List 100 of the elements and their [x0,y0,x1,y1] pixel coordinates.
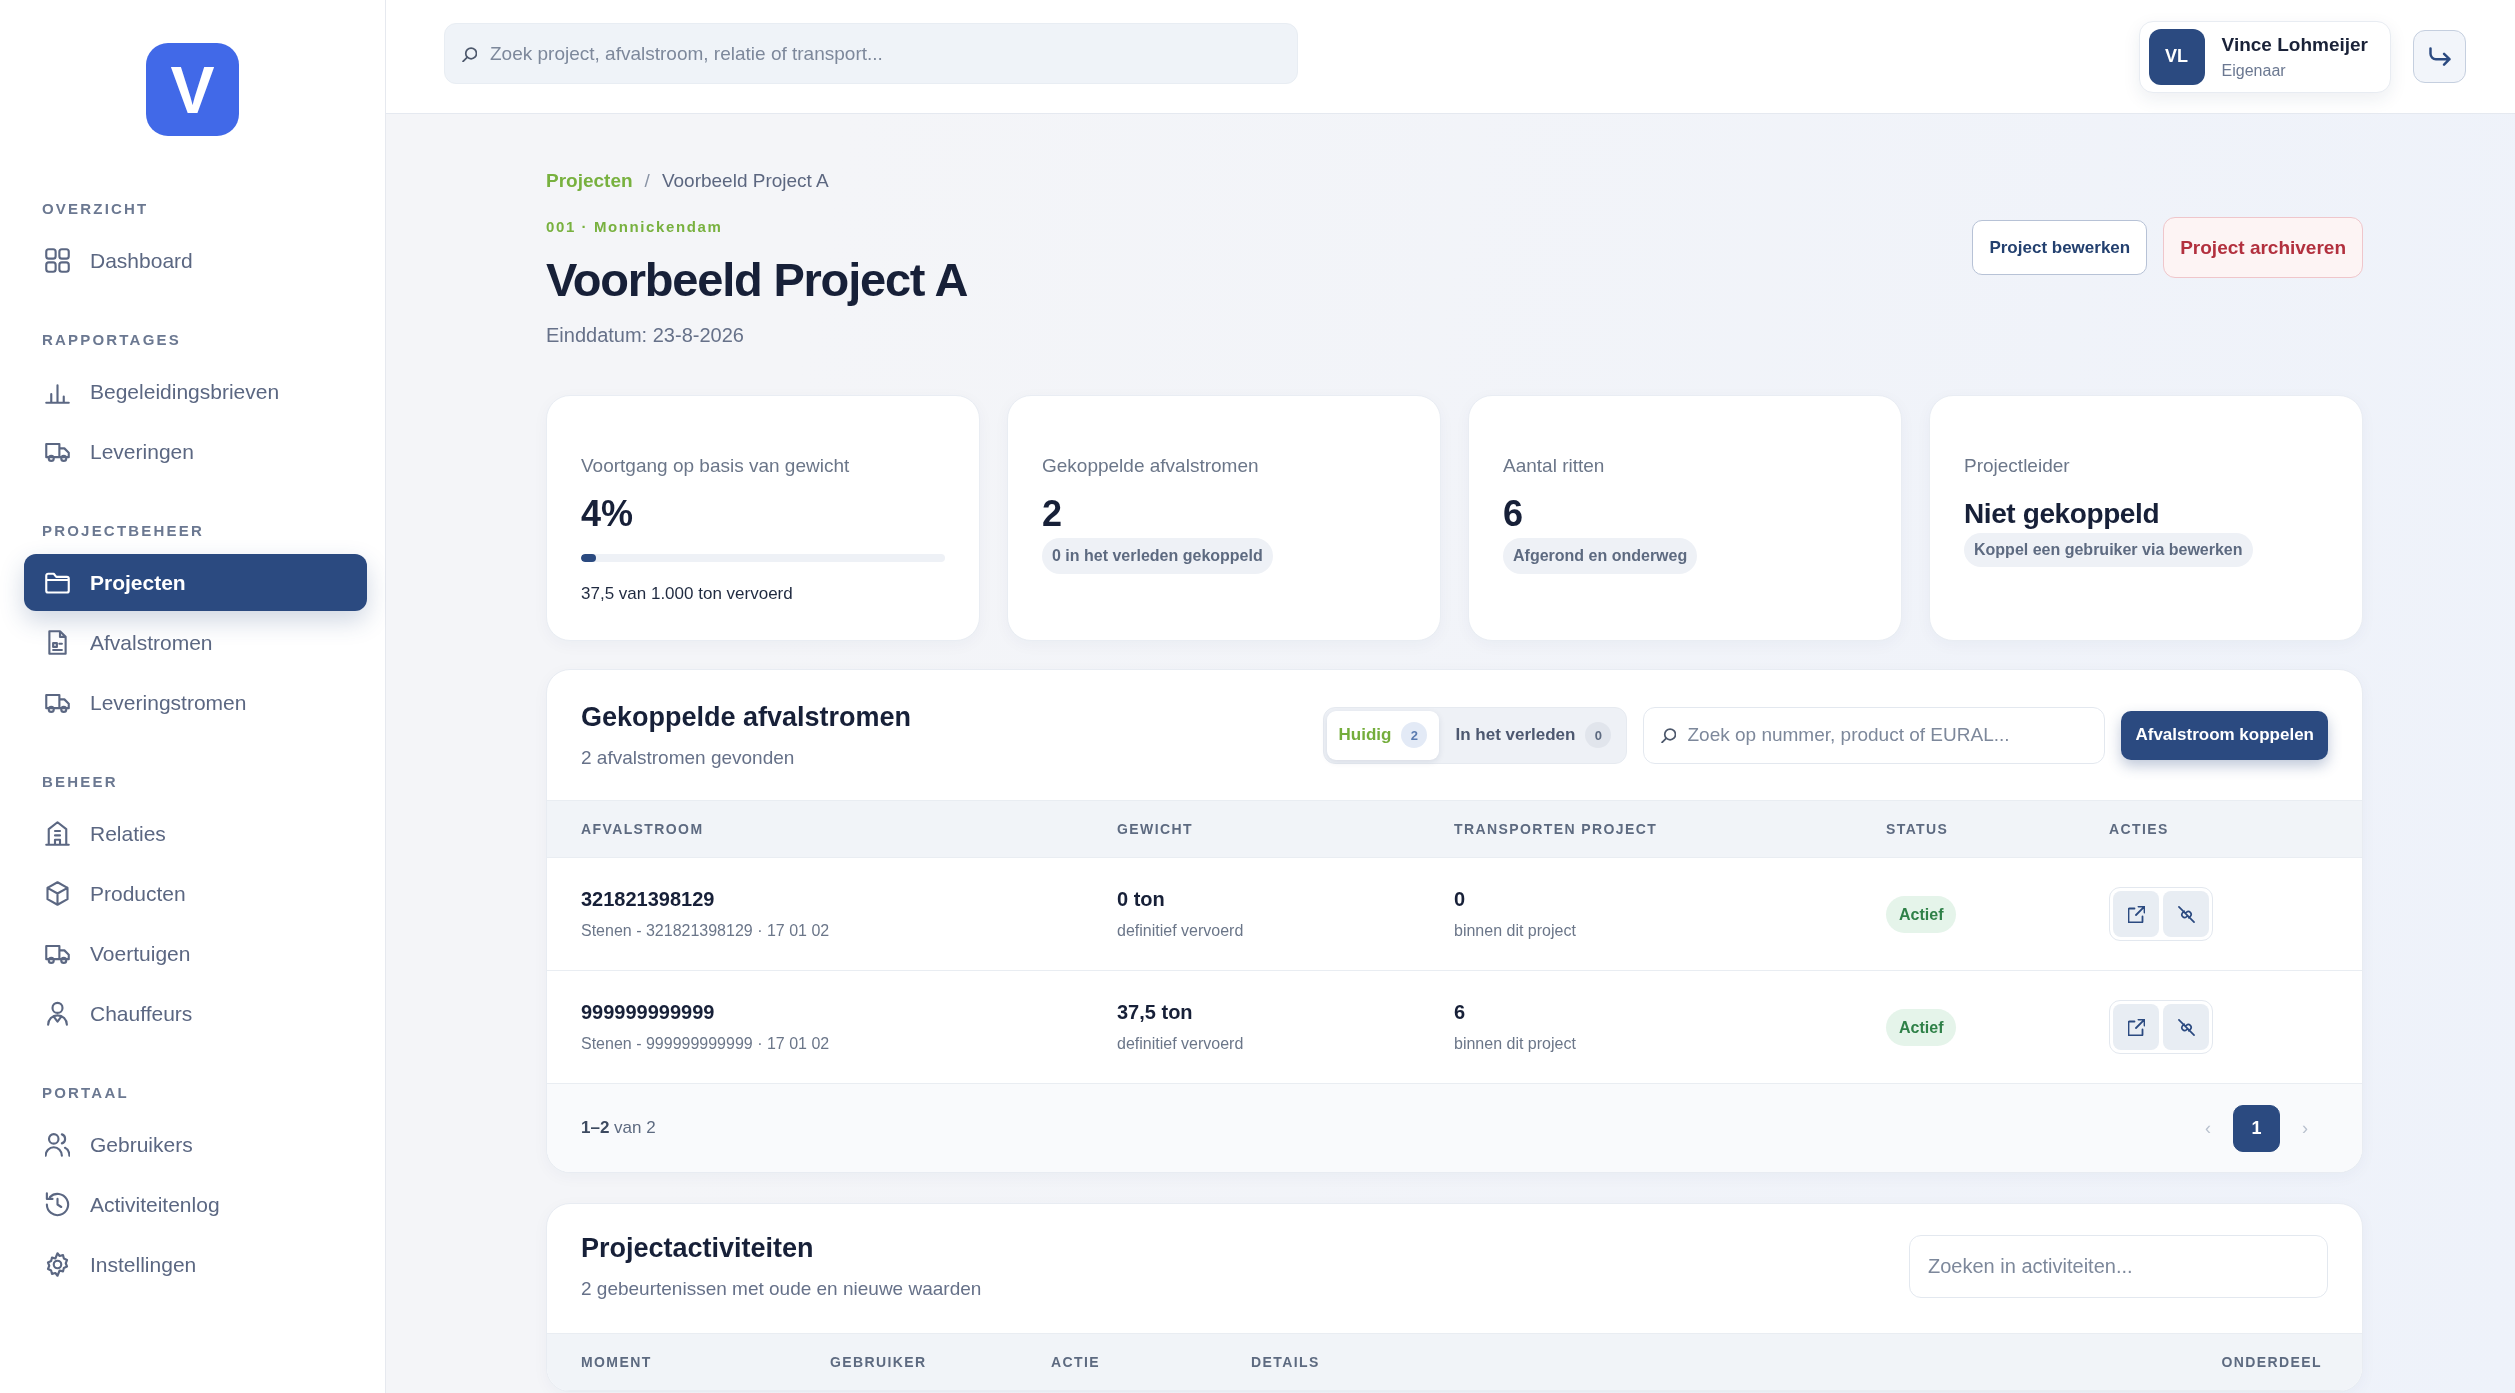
stat-label: Aantal ritten [1503,454,1605,478]
archive-button[interactable]: Project archiveren [2163,217,2363,278]
sidebar-item[interactable]: Relaties [24,805,367,862]
weight-note: definitief vervoerd [1117,1034,1244,1054]
sidebar-item[interactable]: Activiteitenlog [24,1176,367,1233]
folder-icon [45,570,70,595]
column-header: TRANSPORTEN PROJECT [1454,821,1659,837]
sidebar-item[interactable]: Dashboard [24,232,367,289]
stat-value: 4% [581,492,634,536]
section-subtitle: 2 gebeurtenissen met oude en nieuwe waarden [581,1277,982,1301]
breadcrumb-separator: / [644,169,650,193]
settings-icon [45,1252,70,1277]
person-icon [45,1001,70,1026]
breadcrumb-current: Voorbeeld Project A [661,169,829,193]
search-field[interactable]: Zoek op nummer, product of EURAL... [1643,706,2106,764]
stat-value: 6 [1503,492,1524,536]
stat-pill: 0 in het verleden gekoppeld [1042,538,1273,574]
avatar: VL [2148,28,2205,85]
user-card[interactable]: VL Vince Lohmeijer Eigenaar [2138,20,2391,93]
section-subtitle: 2 afvalstromen gevonden [581,746,796,770]
sidebar-item[interactable]: Gebruikers [24,1116,367,1173]
history-icon [45,1192,70,1217]
page-title: Voorbeeld Project A [546,252,968,308]
stat-label: Voortgang op basis van gewicht [581,454,850,478]
users-icon [45,1132,70,1157]
search-field[interactable]: Zoeken in activiteiten... [1909,1234,2328,1298]
count-badge: 0 [1585,722,1612,748]
document-icon [45,630,70,655]
column-header: MOMENT [581,1354,653,1370]
section-title: Gekoppelde afvalstromen [581,701,912,734]
status-badge: Actief [1886,895,1957,933]
user-role: Eigenaar [2221,61,2287,80]
broken-chain-icon [2177,905,2195,923]
grid-icon [45,248,70,273]
stat-value: Niet gekoppeld [1964,497,2160,531]
transport-count: 0 [1454,887,1466,912]
column-header: ONDERDEEL [2221,1354,2322,1370]
waste-stream-number: 321821398129 [581,887,715,912]
end-date: Einddatum: 23-8-2026 [546,323,744,348]
stat-pill: Koppel een gebruiker via bewerken [1964,533,2253,567]
stat-label: Gekoppelde afvalstromen [1042,454,1259,478]
unlink-button[interactable] [2163,891,2209,937]
waste-stream-description: Stenen - 999999999999 · 17 01 02 [581,1034,830,1054]
logout-button[interactable] [2413,30,2466,83]
broken-chain-icon [2177,1018,2195,1036]
sidebar-item[interactable]: Voertuigen [24,925,367,982]
column-header: ACTIES [2109,821,2170,837]
weight-value: 37,5 ton [1117,1000,1193,1025]
tab[interactable]: In het verleden 0 [1443,710,1624,760]
column-header: ACTIE [1051,1354,1101,1370]
search-field[interactable]: Zoek project, afvalstroom, relatie of transport... [444,23,1298,84]
cube-icon [45,881,70,906]
sidebar-item[interactable]: Projecten [24,554,367,611]
stat-pill: Afgerond en onderweg [1503,538,1698,574]
column-header: AFVALSTROOM [581,821,705,837]
count-badge: 2 [1401,722,1428,748]
section-heading: BEHEER [41,772,119,792]
sidebar-item[interactable]: Producten [24,865,367,922]
section-heading: PROJECTBEHEER [41,521,205,541]
building-icon [45,821,70,846]
logo: V [146,43,239,136]
sidebar-item[interactable]: Instellingen [24,1236,367,1293]
page-range: 1–2 van 2 [581,1118,656,1138]
search-icon [1661,728,1677,743]
waste-stream-number: 999999999999 [581,1000,715,1025]
section-heading: PORTAAL [41,1083,130,1103]
project-code: 001 · Monnickendam [546,217,723,237]
search-icon [462,46,477,62]
stat-label: Projectleider [1964,454,2070,478]
external-link-icon [2127,1018,2145,1036]
tab[interactable]: Huidig 2 [1326,710,1440,760]
column-header: DETAILS [1251,1354,1321,1370]
stat-note: 37,5 van 1.000 ton vervoerd [581,583,793,605]
sidebar-item[interactable]: Begeleidingsbrieven [24,363,367,420]
open-button[interactable] [2113,1004,2159,1050]
status-badge: Actief [1886,1008,1957,1046]
weight-note: definitief vervoerd [1117,921,1244,941]
sidebar-item[interactable]: Afvalstromen [24,614,367,671]
column-header: GEWICHT [1117,821,1194,837]
unlink-button[interactable] [2163,1004,2209,1050]
transport-note: binnen dit project [1454,1034,1576,1054]
transport-count: 6 [1454,1000,1466,1025]
stat-value: 2 [1042,492,1063,536]
edit-button[interactable]: Project bewerken [1972,220,2148,275]
sidebar-item[interactable]: Leveringen [24,423,367,480]
section-title: Projectactiviteiten [581,1232,815,1265]
external-link-icon [2127,905,2145,923]
column-header: STATUS [1886,821,1950,837]
column-header: GEBRUIKER [830,1354,928,1370]
section-heading: RAPPORTAGES [41,330,182,350]
waste-stream-description: Stenen - 321821398129 · 17 01 02 [581,921,830,941]
curved-arrow-icon [2428,47,2451,66]
page-button[interactable]: 1 [2233,1104,2280,1152]
user-name: Vince Lohmeijer [2221,33,2368,56]
sidebar-item[interactable]: Leveringstromen [24,674,367,731]
transport-note: binnen dit project [1454,921,1576,941]
open-button[interactable] [2113,891,2159,937]
sidebar-item[interactable]: Chauffeurs [24,985,367,1042]
section-heading: OVERZICHT [41,199,150,219]
link-waste-stream-button[interactable]: Afvalstroom koppelen [2121,710,2328,760]
